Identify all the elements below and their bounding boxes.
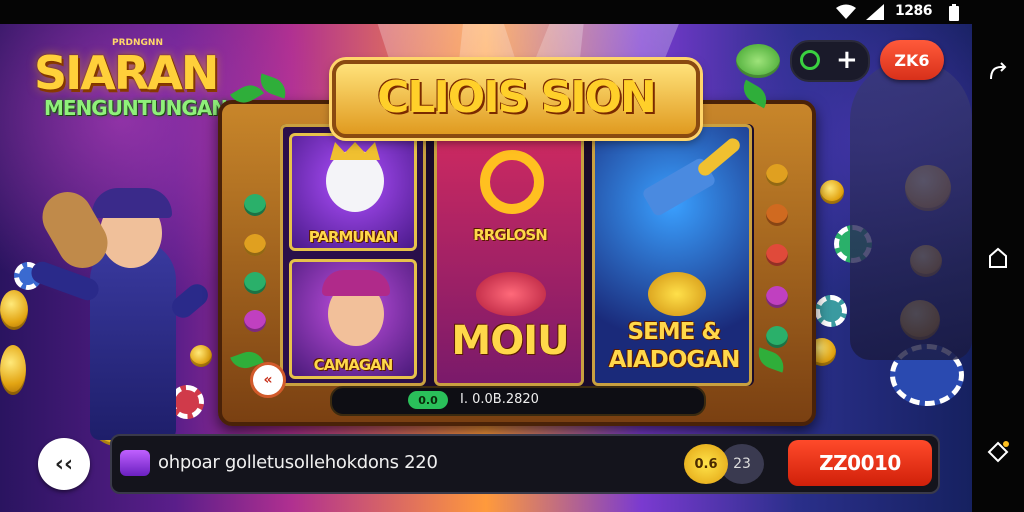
reel-tile[interactable]: PARMUNAN (289, 133, 417, 251)
message-text: ohpoar golletusollehokdons 220 (158, 452, 438, 473)
game-logo: PRDNGNN SIARAN MENGUNTUNGAN (34, 38, 234, 126)
navigation-bar (972, 0, 1024, 512)
rewind-icon: « (263, 372, 273, 388)
reel-column: RRGLOSN MOIU (434, 124, 584, 386)
gold-coin-icon (648, 272, 706, 316)
reel-column: PARMUNAN CAMAGAN (280, 124, 426, 386)
slot-machine-frame: PARMUNAN CAMAGAN RRGLOSN MOIU SEME & AIA… (218, 100, 816, 426)
bet-info-text: I. 0.0B.2820 (460, 392, 539, 407)
reel-tile[interactable]: CAMAGAN (289, 259, 417, 379)
back-button[interactable]: ‹‹ (38, 438, 90, 490)
spin-button[interactable]: ZZ0010 (788, 440, 932, 486)
logo-subtitle: MENGUNTUNGAN (44, 96, 228, 120)
add-coins-button[interactable]: + (790, 40, 870, 82)
game-title-banner: CLIOIS SION (332, 60, 700, 138)
tile-label: PARMUNAN (308, 228, 399, 246)
wifi-icon (836, 4, 856, 19)
stone-statue (850, 60, 972, 360)
logo-title: SIARAN (34, 46, 219, 100)
gold-coin-icon (0, 345, 26, 395)
bet-info-bar: 0.0 I. 0.0B.2820 (330, 386, 706, 416)
princess-hair (322, 270, 390, 296)
gem-icon (766, 244, 788, 266)
reel-tile[interactable]: MOIU (443, 259, 577, 379)
reel-tile[interactable]: RRGLOSN (443, 133, 577, 251)
gem-icon (766, 326, 788, 348)
plus-icon: + (836, 45, 858, 75)
tile-label: RRGLOSN (473, 226, 548, 244)
sorceress-character (28, 180, 220, 440)
rewind-button[interactable]: « (250, 362, 286, 398)
hammer-handle (695, 136, 743, 179)
tile-label: CAMAGAN (313, 356, 394, 374)
battery-icon (949, 4, 959, 21)
gem-icon (244, 272, 266, 294)
golden-symbol-icon (480, 150, 544, 214)
zk-button[interactable]: ZK6 (880, 40, 944, 80)
diamond-icon (987, 441, 1009, 463)
coin-ring-icon (800, 50, 820, 70)
status-bar: 1286 (0, 0, 972, 24)
nav-recents-button[interactable] (984, 438, 1012, 466)
status-time: 1286 (895, 3, 932, 19)
gem-icon (244, 310, 266, 332)
gem-icon (766, 286, 788, 308)
tile-label: MOIU (451, 318, 569, 364)
banner-title: CLIOIS SION (377, 72, 657, 123)
tile-label: SEME & AIADOGAN (608, 319, 741, 373)
crown-icon (330, 142, 380, 160)
gem-icon (766, 204, 788, 226)
gem-icon (244, 234, 266, 256)
reel-column: SEME & AIADOGAN (592, 124, 752, 386)
back-arrow-icon (990, 62, 1007, 80)
bottom-control-bar: ohpoar golletusollehokdons 220 23 0.6 ZZ… (110, 434, 940, 494)
reels-area: PARMUNAN CAMAGAN RRGLOSN MOIU SEME & AIA… (280, 124, 754, 386)
signal-icon (866, 4, 884, 20)
chevron-left-icon: ‹‹ (54, 451, 74, 477)
reel-tile[interactable]: SEME & AIADOGAN (601, 259, 747, 379)
gift-icon (120, 450, 150, 476)
nav-back-button[interactable] (984, 58, 1012, 86)
reel-tile[interactable] (601, 133, 747, 251)
gem-icon (766, 164, 788, 186)
gold-coin-icon (0, 290, 28, 330)
nav-home-button[interactable] (984, 244, 1012, 272)
gem-icon (244, 194, 266, 216)
green-chip-icon (736, 44, 780, 78)
coin-pile-icon (476, 272, 546, 316)
gold-coin-icon (820, 180, 844, 204)
coin-counter-a[interactable]: 0.6 (684, 444, 728, 484)
bet-pill[interactable]: 0.0 (408, 391, 448, 409)
home-icon (989, 247, 1007, 268)
casino-chip-icon (815, 295, 847, 327)
